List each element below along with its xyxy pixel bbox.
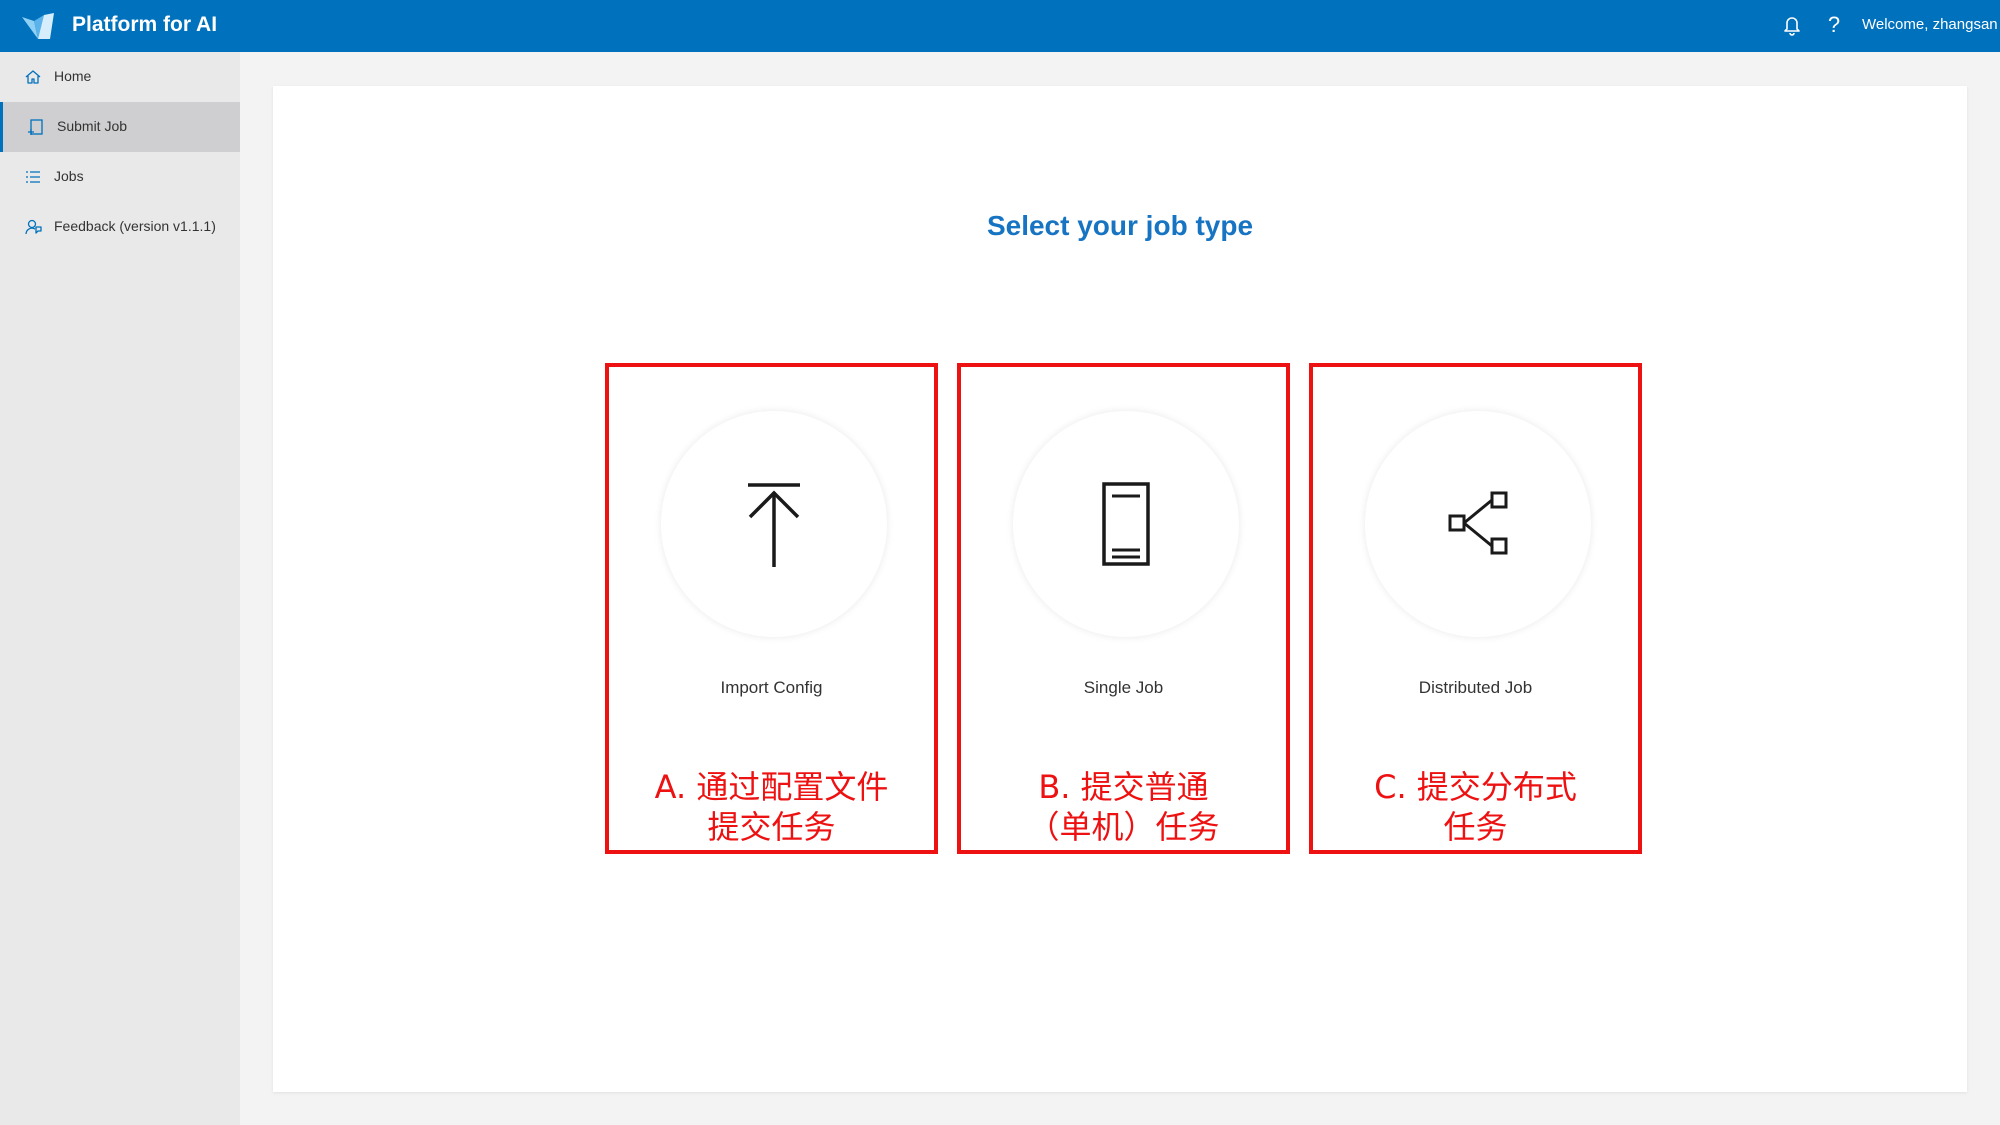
- sidebar-item-label: Home: [54, 68, 92, 84]
- single-job-icon: [1102, 482, 1150, 566]
- annotation-text: C. 提交分布式 任务: [1374, 768, 1577, 846]
- sidebar-item-feedback[interactable]: Feedback (version v1.1.1): [0, 202, 240, 252]
- annotation-text: A. 通过配置文件 提交任务: [654, 768, 889, 846]
- sidebar: Home Submit Job Jobs Feedback (version v…: [0, 52, 240, 1125]
- sidebar-item-label: Feedback (version v1.1.1): [54, 218, 216, 234]
- job-option-single-job[interactable]: Single Job B. 提交普通 （单机）任务: [957, 363, 1290, 854]
- annotation-text: B. 提交普通 （单机）任务: [1027, 768, 1220, 846]
- home-icon: [25, 70, 41, 84]
- main-content-card: Select your job type Import Config A. 通过…: [273, 86, 1967, 1092]
- distributed-job-button[interactable]: [1365, 411, 1591, 637]
- top-bar: Platform for AI ? Welcome, zhangsan: [0, 0, 2000, 52]
- platform-logo-icon[interactable]: [20, 11, 56, 41]
- job-option-import-config[interactable]: Import Config A. 通过配置文件 提交任务: [605, 363, 938, 854]
- help-icon[interactable]: ?: [1824, 12, 1844, 38]
- bell-icon[interactable]: [1782, 14, 1802, 36]
- sidebar-item-label: Jobs: [54, 168, 84, 184]
- sidebar-item-label: Submit Job: [57, 118, 128, 134]
- option-label[interactable]: Import Config: [609, 678, 934, 698]
- sidebar-item-home[interactable]: Home: [0, 52, 240, 102]
- page-title: Select your job type: [986, 210, 1254, 241]
- sidebar-item-jobs[interactable]: Jobs: [0, 152, 240, 202]
- feedback-icon: [25, 219, 42, 235]
- list-icon: [26, 171, 40, 183]
- distributed-job-icon: [1448, 491, 1508, 555]
- import-config-button[interactable]: [661, 411, 887, 637]
- welcome-text[interactable]: Welcome, zhangsan: [1862, 16, 1998, 33]
- sidebar-item-submit-job[interactable]: Submit Job: [0, 102, 240, 152]
- upload-icon: [748, 483, 800, 567]
- submit-job-icon: [28, 119, 43, 135]
- option-label[interactable]: Single Job: [961, 678, 1286, 698]
- job-option-distributed-job[interactable]: Distributed Job C. 提交分布式 任务: [1309, 363, 1642, 854]
- app-title[interactable]: Platform for AI: [72, 13, 217, 37]
- single-job-button[interactable]: [1013, 411, 1239, 637]
- option-label[interactable]: Distributed Job: [1313, 678, 1638, 698]
